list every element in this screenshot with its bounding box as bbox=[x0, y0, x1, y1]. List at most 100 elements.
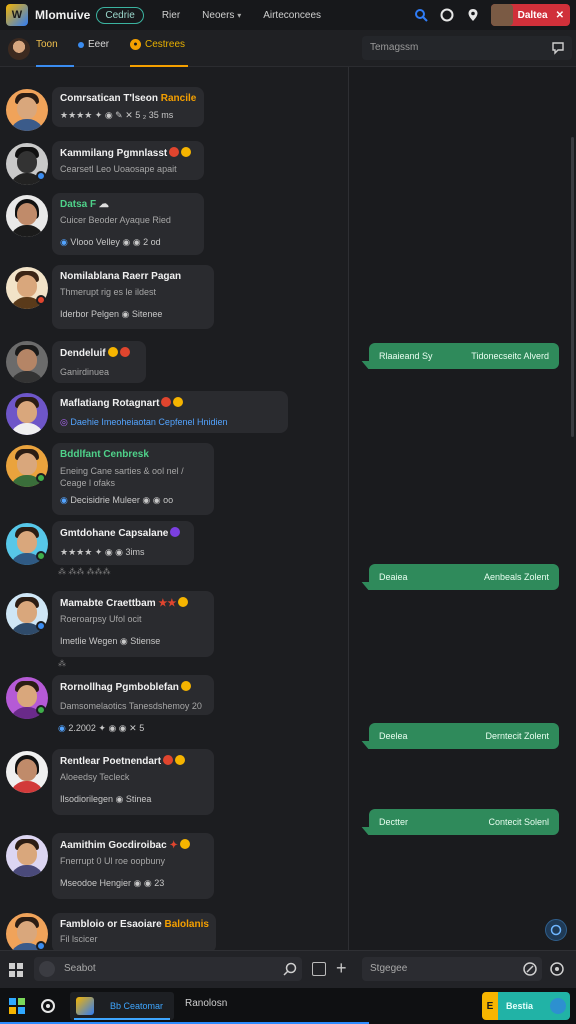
secondary-input-placeholder: Stgegee bbox=[370, 963, 408, 974]
avatar bbox=[6, 195, 48, 237]
add-icon[interactable]: + bbox=[336, 958, 347, 979]
search-icon[interactable] bbox=[413, 7, 429, 23]
title-bar: W Mlomuive Cedrie Rier Neoers ▾ Airtecon… bbox=[0, 0, 576, 30]
outgoing-text-right: Contecit Solenl bbox=[488, 817, 549, 827]
contact-name: Fambloio or Esaoiare bbox=[60, 919, 162, 930]
message-meta: ◉ Vlooo Velley ◉ ◉ 2 od bbox=[60, 237, 161, 247]
message-preview: Cuicer Beoder Ayaque Ried bbox=[60, 215, 171, 225]
tab-cestrees[interactable]: ● Cestrees bbox=[130, 39, 188, 67]
outgoing-message[interactable]: Dectter Contecit Solenl bbox=[369, 809, 559, 835]
tabs-row: Toon Eeer ● Cestrees Temagssm bbox=[0, 30, 576, 67]
message-bubble: Comrsatican T'lseon Rancile ★★★★ ✦ ◉ ✎ ✕… bbox=[52, 87, 204, 127]
message-bubble: Maflatiang Rotagnart ◎ Daehie Imeoheiaot… bbox=[52, 391, 288, 433]
message-bubble: Nomilablana Raerr Pagan Thmerupt rig es … bbox=[52, 265, 214, 329]
contact-name: Nomilablana Raerr Pagan bbox=[60, 271, 182, 282]
emoji-icon bbox=[169, 147, 180, 157]
contact-name: Datsa F bbox=[60, 199, 97, 210]
message-bubble: Kammilang Pgmnlasst Cearsetl Leo Uoaosap… bbox=[52, 141, 204, 180]
message-meta: ★★★★ ✦ ◉ ✎ ✕ 5 ₂ 35 ms bbox=[60, 110, 174, 120]
tray-app-button[interactable]: E Bestia bbox=[482, 992, 570, 1020]
info-icon: ◉ bbox=[58, 723, 66, 733]
emoji-icon bbox=[161, 397, 172, 407]
emoji-picker-icon[interactable] bbox=[522, 961, 538, 977]
outgoing-text-right: Tidonecseitc Alverd bbox=[471, 351, 549, 361]
tab-toon[interactable]: Toon bbox=[36, 39, 74, 67]
message-input-placeholder: Seabot bbox=[64, 963, 96, 974]
message-preview: Cearsetl Leo Uoaosape apait bbox=[60, 164, 177, 174]
menu-grid-icon[interactable] bbox=[9, 963, 23, 977]
message-meta: Mseodoe Hengier ◉ ◉ 23 bbox=[60, 878, 165, 888]
chat-icon[interactable] bbox=[439, 7, 455, 23]
nav-item-3[interactable]: Airteconcees bbox=[263, 10, 321, 21]
outgoing-text-left: Deaiea bbox=[379, 572, 408, 582]
message-bubble: Rornollhag Pgmboblefan Damsomelaotics Ta… bbox=[52, 675, 214, 715]
hashtag-icon: ◎ bbox=[60, 417, 68, 427]
location-icon[interactable] bbox=[465, 7, 481, 23]
emoji-icon bbox=[107, 347, 118, 357]
user-avatar[interactable] bbox=[8, 38, 30, 60]
nav-item-1[interactable]: Rier bbox=[162, 10, 180, 21]
outgoing-text-left: Deelea bbox=[379, 731, 408, 741]
close-icon[interactable]: ✕ bbox=[556, 10, 564, 21]
workspace-pill[interactable]: Cedrie bbox=[96, 6, 144, 24]
windows-start-icon[interactable] bbox=[9, 998, 25, 1014]
outgoing-message[interactable]: Deelea Derntecit Zolent bbox=[369, 723, 559, 749]
message-bubble: Bddlfant Cenbresk Eneing Cane sarties & … bbox=[52, 443, 214, 515]
message-bubble: Gmtdohane Capsalane ★★★★ ✦ ◉ ◉ 3ims bbox=[52, 521, 194, 565]
verified-icon bbox=[36, 621, 46, 631]
new-message-icon[interactable] bbox=[550, 40, 566, 56]
search-icon[interactable] bbox=[282, 961, 298, 977]
info-icon: ◉ bbox=[60, 495, 68, 505]
message-preview: Damsomelaotics Tanesdshemoy 20 bbox=[60, 701, 202, 711]
info-icon: ◉ bbox=[60, 237, 68, 247]
message-bubble: Dendeluif Ganirdinuea bbox=[52, 341, 146, 383]
avatar bbox=[6, 89, 48, 131]
emoji-icon bbox=[181, 147, 192, 157]
rating-stars: ★★★★ ✦ ◉ ◉ 3ims bbox=[60, 547, 145, 557]
scroll-down-button[interactable] bbox=[545, 919, 567, 941]
contact-tag: Balolanis bbox=[164, 919, 209, 930]
emoji-icon bbox=[175, 755, 186, 765]
message-meta: ◉ 2.2002 ✦ ◉ ◉ ✕ 5 bbox=[58, 723, 145, 733]
secondary-input[interactable]: Stgegee bbox=[362, 957, 542, 981]
window-title: Ranolosn bbox=[185, 998, 228, 1009]
ghost-icon: ☁ bbox=[98, 199, 109, 210]
browser-icon[interactable] bbox=[40, 998, 56, 1014]
right-search-field[interactable]: Temagssm bbox=[362, 36, 572, 60]
message-bubble: Rentlear Poetnendart Aloeedsy Tecleck Il… bbox=[52, 749, 214, 815]
contact-name: Dendeluif bbox=[60, 348, 106, 359]
emoji-icon bbox=[179, 839, 190, 849]
outgoing-message[interactable]: Rlaaieand Sy Tidonecseitc Alverd bbox=[369, 343, 559, 369]
status-dot-icon bbox=[78, 42, 84, 48]
profile-button[interactable]: Daltea ✕ bbox=[490, 4, 570, 26]
emoji-icon bbox=[178, 597, 189, 607]
app-logo: W bbox=[6, 4, 28, 26]
emoji-icon bbox=[163, 755, 174, 765]
message-input[interactable]: Seabot bbox=[34, 957, 302, 981]
tray-app-letter: E bbox=[486, 1000, 494, 1012]
attach-icon[interactable] bbox=[39, 961, 55, 977]
settings-icon[interactable] bbox=[549, 961, 565, 977]
tab-eeer[interactable]: Eeer bbox=[78, 39, 124, 67]
image-icon[interactable] bbox=[312, 962, 326, 976]
taskbar: Bb Ceatomar Ranolosn E Bestia bbox=[0, 988, 576, 1024]
message-preview: Thmerupt rig es le ildest bbox=[60, 287, 157, 297]
nav-item-2[interactable]: Neoers ▾ bbox=[202, 10, 241, 21]
message-preview: Eneing Cane sarties & ool nel / Ceage l … bbox=[60, 466, 184, 488]
contact-name: Rentlear Poetnendart bbox=[60, 756, 162, 767]
avatar bbox=[6, 393, 48, 435]
taskbar-app-button[interactable]: Bb Ceatomar bbox=[70, 992, 174, 1020]
conversation-list: Comrsatican T'lseon Rancile ★★★★ ✦ ◉ ✎ ✕… bbox=[0, 67, 348, 950]
message-bubble: Mamabte Craettbam ★★ Roeroarpsy Ufol oci… bbox=[52, 591, 214, 657]
outgoing-text-right: Derntecit Zolent bbox=[485, 731, 549, 741]
active-indicator bbox=[74, 1018, 170, 1020]
online-badge bbox=[36, 705, 46, 715]
message-meta: Imetlie Wegen ◉ Stiense bbox=[60, 636, 161, 646]
contact-tag: Rancile bbox=[160, 93, 197, 104]
message-preview: Fnerrupt 0 Ul roe oopbuny bbox=[60, 856, 166, 866]
scrollbar[interactable] bbox=[571, 137, 574, 437]
outgoing-message[interactable]: Deaiea Aenbeals Zolent bbox=[369, 564, 559, 590]
outgoing-text-right: Aenbeals Zolent bbox=[483, 572, 549, 582]
composer-bar: Seabot + Stgegee bbox=[0, 950, 576, 988]
message-preview: Roeroarpsy Ufol ocit bbox=[60, 614, 142, 624]
